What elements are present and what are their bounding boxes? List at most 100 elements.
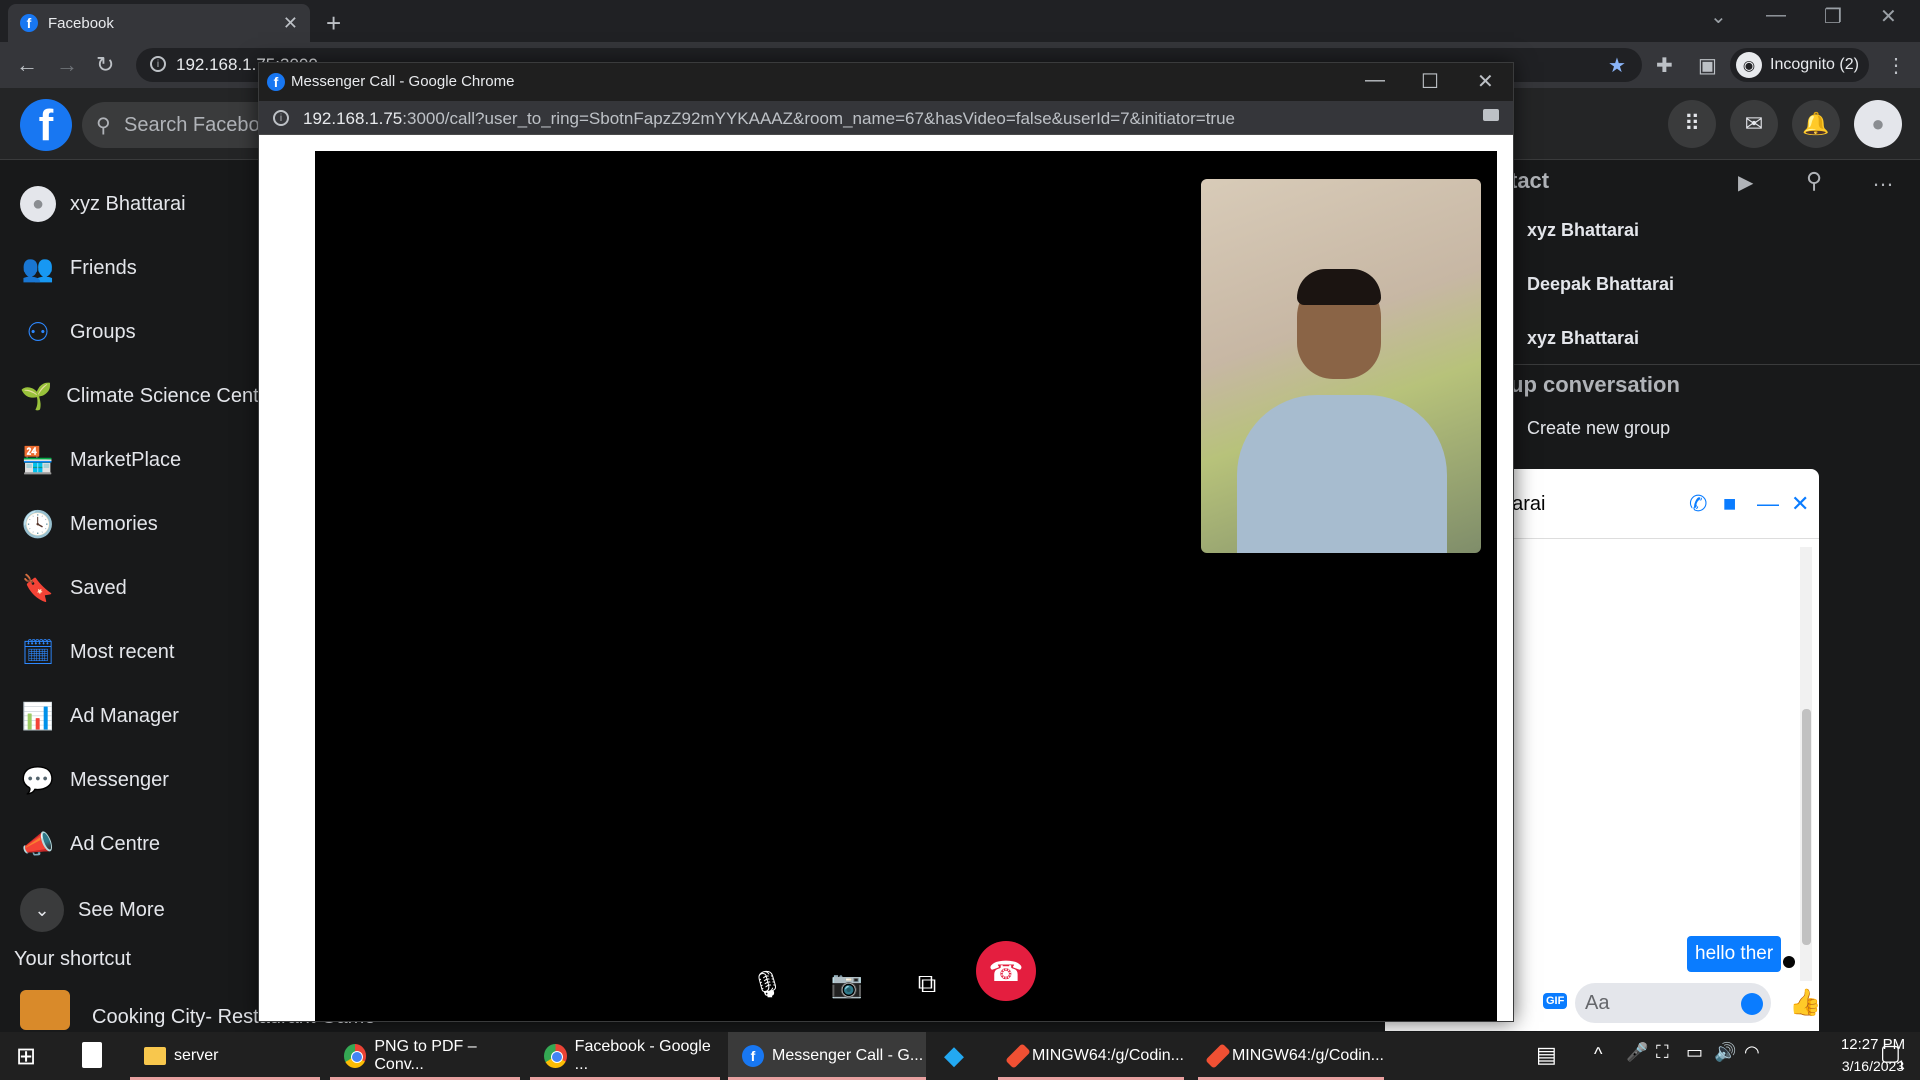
git-icon <box>1005 1043 1031 1069</box>
file-icon[interactable] <box>82 1042 102 1068</box>
end-call-icon: ☎ <box>988 955 1024 987</box>
chevron-down-icon: ⌄ <box>20 888 64 932</box>
messenger-icon[interactable]: ✉ <box>1730 100 1778 148</box>
group-conversation-title: up conversation <box>1510 372 1680 397</box>
facebook-logo[interactable]: f <box>20 99 72 151</box>
video-room-icon[interactable]: ▶ <box>1738 170 1753 195</box>
groups-icon: ⚇ <box>26 316 50 347</box>
gif-button[interactable]: GIF <box>1543 993 1568 1009</box>
network-adapter-icon[interactable]: ⛶ <box>1656 1042 1669 1063</box>
chrome-icon <box>344 1044 367 1068</box>
incognito-profile-button[interactable]: ◉ Incognito (2) <box>1730 48 1869 82</box>
reload-icon[interactable]: ↻ <box>96 52 114 78</box>
sidebar-item-see-more[interactable]: ⌄ See More <box>20 884 165 936</box>
sidebar-item-most-recent[interactable]: 🗓 Most recent <box>20 626 174 678</box>
tray-chevron-icon[interactable]: ^ <box>1594 1044 1602 1065</box>
battery-icon[interactable]: ▭ <box>1686 1042 1703 1063</box>
popup-minimize-icon[interactable]: — <box>1365 69 1385 92</box>
sidebar-label: Messenger <box>70 768 169 791</box>
notifications-icon[interactable]: 🔔 <box>1792 100 1840 148</box>
facebook-icon: f <box>742 1045 764 1067</box>
taskbar-app-server[interactable]: server <box>130 1032 320 1080</box>
camera-in-use-icon[interactable] <box>1483 109 1499 121</box>
bookmark-star-icon[interactable]: ★ <box>1608 53 1626 78</box>
sidebar-item-messenger[interactable]: 💬 Messenger <box>20 754 169 806</box>
wifi-icon[interactable]: ◠ <box>1744 1042 1760 1063</box>
site-info-icon[interactable]: i <box>273 110 289 126</box>
popup-close-icon[interactable]: ✕ <box>1477 69 1494 94</box>
minimize-icon[interactable]: — <box>1766 4 1786 27</box>
message-bubble: hello ther <box>1687 936 1782 972</box>
ad-manager-icon: 📊 <box>21 700 55 731</box>
mute-mic-icon[interactable]: 🎙 <box>737 954 797 1014</box>
close-tab-icon[interactable]: ✕ <box>283 13 298 34</box>
tab-search-icon[interactable]: ⌄ <box>1710 4 1727 29</box>
extensions-icon[interactable]: ✚ <box>1656 53 1673 78</box>
contact-item[interactable]: xyz Bhattarai <box>1527 220 1639 241</box>
sidebar-item-saved[interactable]: 🔖 Saved <box>20 562 127 614</box>
contact-item[interactable]: Deepak Bhattarai <box>1527 274 1674 295</box>
minimize-chat-icon[interactable]: — <box>1757 491 1779 517</box>
taskbar-label: Facebook - Google ... <box>574 1038 711 1073</box>
end-call-button[interactable]: ☎ <box>976 941 1036 1001</box>
avatar-icon: ● <box>20 186 56 222</box>
video-call-icon[interactable]: ■ <box>1723 491 1736 517</box>
ad-centre-icon: 📣 <box>21 828 55 859</box>
restore-icon[interactable]: ❐ <box>1824 4 1842 29</box>
account-avatar[interactable]: ● <box>1854 100 1902 148</box>
popup-address-bar[interactable]: i 192.168.1.75:3000/call?user_to_ring=Sb… <box>259 101 1513 135</box>
messenger-call-window: f Messenger Call - Google Chrome — ☐ ✕ i… <box>258 62 1514 1022</box>
chat-scroll-thumb[interactable] <box>1802 709 1811 945</box>
taskbar-app-mingw64-2[interactable]: MINGW64:/g/Codin... <box>1198 1032 1384 1080</box>
climate-icon: 🌱 <box>20 380 53 411</box>
menu-grid-icon[interactable]: ⠿ <box>1668 100 1716 148</box>
search-icon: ⚲ <box>96 115 111 137</box>
contact-options-icon[interactable]: … <box>1872 166 1894 192</box>
contact-item[interactable]: xyz Bhattarai <box>1527 328 1639 349</box>
camera-off-icon[interactable]: 📷 <box>817 954 877 1014</box>
sidebar-item-climate[interactable]: 🌱 Climate Science Center <box>20 370 258 422</box>
share-screen-icon[interactable]: ⧉ <box>897 954 957 1014</box>
sidebar-label: Groups <box>70 320 136 343</box>
side-panel-icon[interactable]: ▣ <box>1698 53 1717 78</box>
contacts-title: tact <box>1510 168 1550 193</box>
site-info-icon[interactable]: i <box>150 56 166 72</box>
popup-url-text: 192.168.1.75:3000/call?user_to_ring=Sbot… <box>303 109 1235 129</box>
sidebar-item-profile[interactable]: ● xyz Bhattarai <box>20 178 186 230</box>
close-window-icon[interactable]: ✕ <box>1880 4 1897 29</box>
back-icon[interactable]: ← <box>16 52 38 78</box>
browser-tab-facebook[interactable]: f Facebook ✕ <box>8 4 310 42</box>
taskbar-app-png-to-pdf[interactable]: PNG to PDF – Conv... <box>330 1032 520 1080</box>
create-group-link[interactable]: Create new group <box>1527 418 1670 439</box>
forward-icon[interactable]: → <box>56 52 78 78</box>
new-tab-button[interactable]: + <box>326 8 341 39</box>
popup-maximize-icon[interactable]: ☐ <box>1421 69 1439 94</box>
sidebar-item-friends[interactable]: 👥 Friends <box>20 242 137 294</box>
taskbar-app-facebook[interactable]: Facebook - Google ... <box>530 1032 720 1080</box>
sidebar-item-ad-manager[interactable]: 📊 Ad Manager <box>20 690 179 742</box>
sidebar-label: Ad Manager <box>70 704 179 727</box>
notification-count: 1 <box>1898 1058 1905 1072</box>
sidebar-item-marketplace[interactable]: 🏪 MarketPlace <box>20 434 181 486</box>
volume-icon[interactable]: 🔊 <box>1714 1042 1736 1063</box>
menu-icon[interactable]: ⋮ <box>1886 53 1906 78</box>
taskbar-app-mingw64[interactable]: MINGW64:/g/Codin... <box>998 1032 1184 1080</box>
close-chat-icon[interactable]: ✕ <box>1791 491 1809 517</box>
voice-call-icon[interactable]: ✆ <box>1689 491 1707 517</box>
person-shirt <box>1237 395 1447 553</box>
facebook-icon: f <box>267 73 285 91</box>
facebook-icon: f <box>20 14 38 32</box>
emoji-icon[interactable] <box>1741 993 1763 1015</box>
sidebar-item-ad-centre[interactable]: 📣 Ad Centre <box>20 818 160 870</box>
contact-search-icon[interactable]: ⚲ <box>1806 168 1822 194</box>
vscode-icon[interactable]: ◆ <box>944 1040 964 1071</box>
sidebar-item-memories[interactable]: 🕓 Memories <box>20 498 158 550</box>
sidebar-item-groups[interactable]: ⚇ Groups <box>20 306 136 358</box>
news-icon[interactable]: ▤ <box>1536 1042 1557 1068</box>
local-video <box>1201 179 1481 553</box>
taskbar-app-messenger-call[interactable]: f Messenger Call - G... <box>728 1032 926 1080</box>
microphone-icon[interactable]: 🎤 <box>1626 1042 1648 1063</box>
start-icon[interactable]: ⊞ <box>16 1042 36 1071</box>
thumbs-up-icon[interactable]: 👍 <box>1789 987 1821 1018</box>
incognito-icon: ◉ <box>1736 52 1762 78</box>
